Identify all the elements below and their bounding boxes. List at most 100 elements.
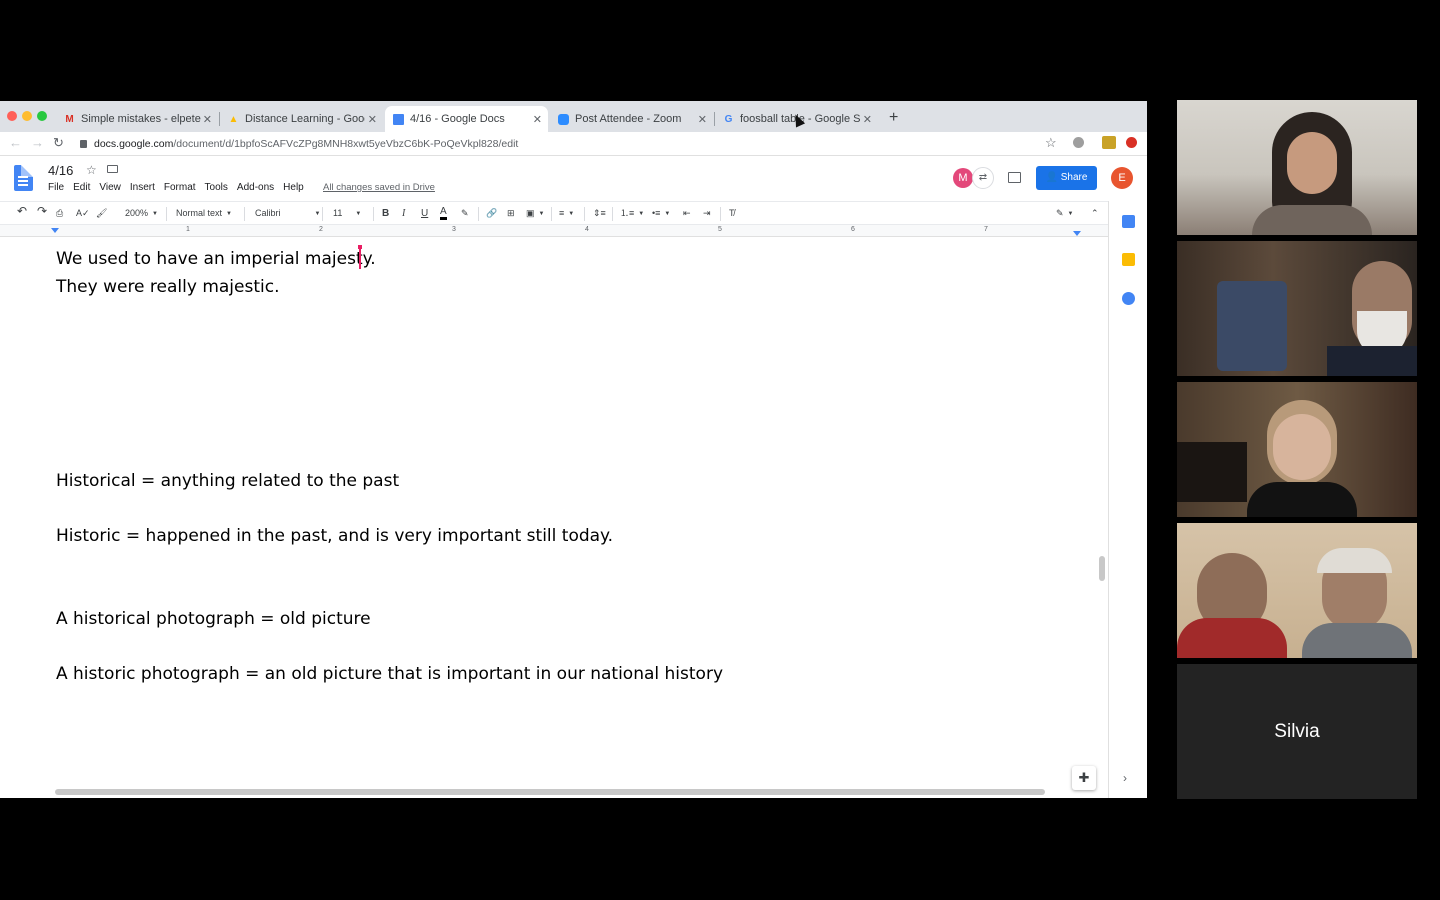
document-line[interactable]: A historic photograph = an old picture t… [56,664,723,684]
redo-icon[interactable]: ↷ [37,205,47,218]
numbered-list-icon[interactable]: ⒈≡ ▼ [620,207,644,221]
align-icon[interactable]: ≡ ▼ [559,207,574,221]
document-line[interactable]: We used to have an imperial majesty. [56,249,376,269]
minimize-window-button[interactable] [22,111,32,121]
text-color-button[interactable]: A [440,207,447,220]
font-size-select[interactable]: 11 ▼ [333,207,361,221]
formatting-toolbar: ↶ ↷ ⎙ A✓ 🖌 200% ▼ Normal text ▼ Calibri ▼ 1… [0,201,1108,225]
right-indent-marker[interactable] [1073,231,1081,236]
ruler-number: 3 [452,226,456,233]
bookmark-star-icon[interactable]: ☆ [1045,135,1057,151]
clear-formatting-icon[interactable]: T̸ [729,207,735,220]
document-line[interactable]: A historical photograph = old picture [56,609,371,629]
left-indent-marker[interactable] [51,228,59,233]
address-bar: ← → ↻ docs.google.com/document/d/1bpfoSc… [0,132,1147,156]
keep-icon[interactable] [1122,253,1135,266]
chevron-right-icon[interactable]: › [1123,771,1127,785]
move-to-folder-icon[interactable] [107,165,118,173]
tab-title: Simple mistakes - elpeterson8 [81,113,201,125]
participant-name-tile[interactable]: Silvia [1177,664,1417,799]
participant-video[interactable] [1177,523,1417,658]
comment-icon[interactable] [1008,172,1021,183]
tab-zoom[interactable]: Post Attendee - Zoom ✕ [550,106,713,132]
google-docs-logo-icon[interactable] [14,165,33,191]
document-line[interactable]: They were really majestic. [56,277,279,297]
menu-format[interactable]: Format [164,182,196,193]
bold-button[interactable]: B [382,207,389,220]
menu-help[interactable]: Help [283,182,304,193]
close-tab-icon[interactable]: ✕ [368,113,377,126]
close-tab-icon[interactable]: ✕ [533,113,542,126]
participant-video[interactable] [1177,100,1417,235]
italic-button[interactable]: I [402,207,405,220]
line-spacing-icon[interactable]: ⇕≡ [593,207,606,220]
calendar-icon[interactable] [1122,215,1135,228]
ruler-number: 6 [851,226,855,233]
paint-format-icon[interactable]: 🖌 [96,207,107,220]
horizontal-scrollbar[interactable] [55,789,1045,795]
explore-button[interactable]: ✚ [1072,766,1096,790]
divider [478,207,479,221]
document-title[interactable]: 4/16 [48,163,73,178]
decrease-indent-icon[interactable]: ⇤ [683,207,691,220]
style-select[interactable]: Normal text ▼ [176,207,232,221]
participant-video[interactable] [1177,382,1417,517]
tab-gmail[interactable]: M Simple mistakes - elpeterson8 ✕ [56,106,218,132]
star-icon[interactable]: ☆ [86,163,97,177]
extension-icon[interactable] [1126,137,1137,148]
undo-icon[interactable]: ↶ [17,205,27,218]
tab-title: 4/16 - Google Docs [410,113,505,125]
menu-edit[interactable]: Edit [73,182,90,193]
menu-add-ons[interactable]: Add-ons [237,182,274,193]
menu-file[interactable]: File [48,182,64,193]
reload-icon[interactable]: ↻ [53,135,64,151]
editing-mode-icon[interactable]: ✎ ▼ [1056,207,1074,221]
print-icon[interactable]: ⎙ [56,207,63,220]
account-avatar[interactable]: E [1111,167,1133,189]
font-value: Calibri [255,208,281,218]
zoom-window-button[interactable] [37,111,47,121]
zoom-select[interactable]: 200% ▼ [125,207,158,221]
highlight-icon[interactable]: ✎ [461,207,469,220]
collaborator-avatar[interactable]: M [953,168,973,188]
url-field[interactable]: docs.google.com/document/d/1bpfoScAFVcZP… [80,135,1065,153]
bulleted-list-icon[interactable]: •≡ ▼ [652,207,670,221]
comment-add-icon[interactable]: ⊞ [507,207,515,220]
link-icon[interactable]: 🔗 [486,207,497,220]
increase-indent-icon[interactable]: ⇥ [703,207,711,220]
collaborator-cursor [358,245,362,269]
menu-tools[interactable]: Tools [205,182,228,193]
present-icon[interactable]: ⇄ [972,167,994,189]
collapse-menus-icon[interactable]: ⌃ [1091,207,1099,220]
forward-arrow-icon[interactable]: → [31,135,44,150]
close-tab-icon[interactable]: ✕ [203,113,212,126]
close-tab-icon[interactable]: ✕ [863,113,872,126]
extension-icon[interactable] [1073,137,1084,148]
image-icon[interactable]: ▣ ▼ [526,207,544,221]
underline-button[interactable]: U [421,207,428,220]
save-status[interactable]: All changes saved in Drive [323,182,435,193]
tasks-icon[interactable] [1122,292,1135,305]
menu-view[interactable]: View [99,182,121,193]
divider [612,207,613,221]
document-body[interactable]: We used to have an imperial majesty. The… [4,238,1107,790]
participant-video[interactable] [1177,241,1417,376]
document-line[interactable]: Historic = happened in the past, and is … [56,526,613,546]
tab-drive[interactable]: ▲ Distance Learning - Google Dr ✕ [220,106,383,132]
close-tab-icon[interactable]: ✕ [698,113,707,126]
close-window-button[interactable] [7,111,17,121]
menu-insert[interactable]: Insert [130,182,155,193]
font-size-value: 11 [333,208,343,218]
google-icon: G [724,113,733,125]
tab-docs[interactable]: 4/16 - Google Docs ✕ [385,106,548,132]
document-line[interactable]: Historical = anything related to the pas… [56,471,399,491]
vertical-scrollbar[interactable] [1099,556,1105,581]
share-button[interactable]: 👤 Share [1036,166,1097,190]
spellcheck-icon[interactable]: A✓ [76,207,90,220]
zoom-icon [558,113,569,125]
ruler[interactable]: 1 2 3 4 5 6 7 [0,225,1108,237]
extension-icon[interactable] [1102,136,1116,149]
font-select[interactable]: Calibri ▼ [255,207,320,221]
back-arrow-icon[interactable]: ← [9,135,22,150]
new-tab-button[interactable]: + [889,109,898,127]
